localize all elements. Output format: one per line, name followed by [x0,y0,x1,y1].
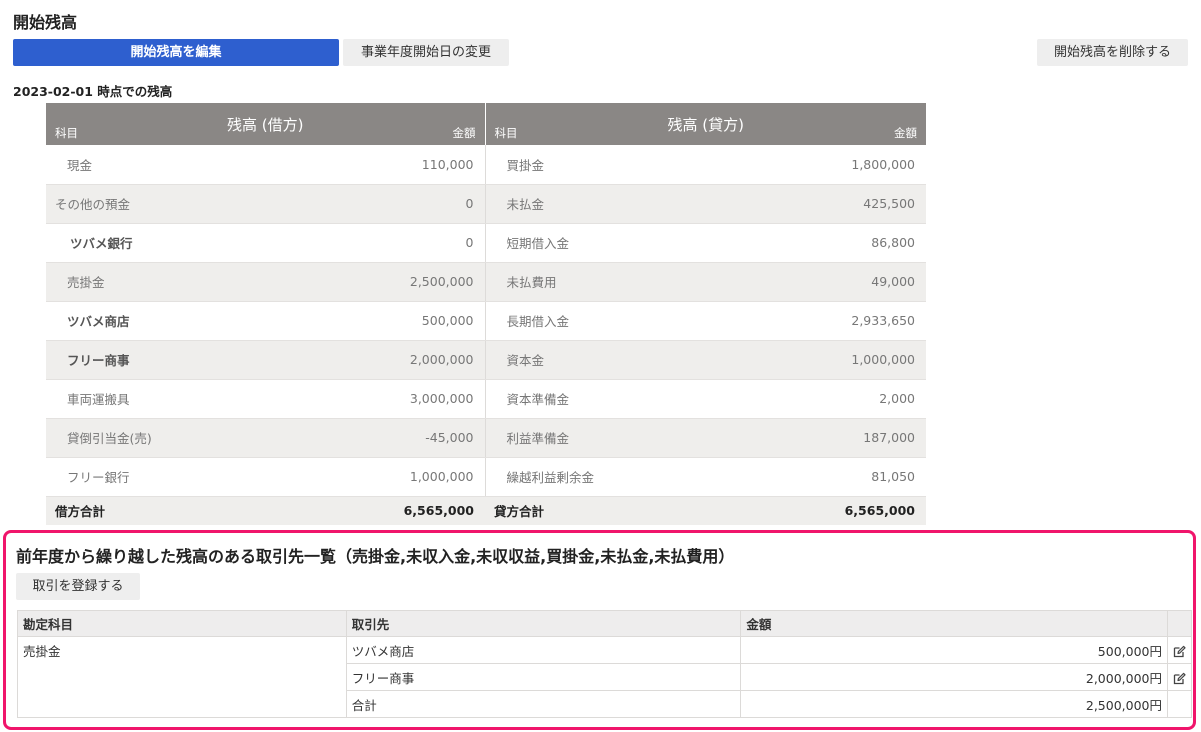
edit-icon[interactable] [1173,645,1186,658]
page-title: 開始残高 [13,13,78,32]
edit-cell [1167,636,1192,664]
debit-amount: 0 [258,184,485,224]
credit-account: 未払費用 [484,262,690,302]
debit-account: フリー商事 [46,340,258,380]
credit-account: 資本金 [484,340,690,380]
edit-icon[interactable] [1173,672,1186,685]
change-fiscal-start-date-button[interactable]: 事業年度開始日の変更 [343,39,509,66]
credit-amount: 49,000 [690,262,926,302]
table-row: ツバメ銀行 0 短期借入金 86,800 [46,223,926,263]
total-label: 合計 [345,690,742,718]
debit-total: 6,565,000 [258,496,485,525]
debit-account: その他の預金 [46,184,258,224]
debit-account: フリー銀行 [46,457,258,497]
debit-amount: 110,000 [258,145,485,185]
credit-account: 買掛金 [484,145,690,185]
opening-balance-table: 残高 (借方) 科目 金額 残高 (貸方) 科目 金額 現金 110,000 買… [46,103,926,525]
total-amount: 2,500,000円 [740,690,1168,718]
credit-account: 資本準備金 [484,379,690,419]
carried-over-partners-section: 前年度から繰り越した残高のある取引先一覧（売掛金,未収入金,未収収益,買掛金,未… [3,530,1196,730]
debit-amount: -45,000 [258,418,485,458]
debit-account: ツバメ銀行 [46,223,258,263]
debit-account: 車両運搬具 [46,379,258,419]
credit-account: 長期借入金 [484,301,690,341]
partner-cell: ツバメ商店 [345,636,742,664]
section-title: 前年度から繰り越した残高のある取引先一覧（売掛金,未収入金,未収収益,買掛金,未… [16,547,735,566]
total-row: 借方合計 6,565,000 貸方合計 6,565,000 [46,496,926,525]
partner-table: 勘定科目 取引先 金額 売掛金 ツバメ商店 500,000円 フリー商事 2,0… [17,610,1192,718]
table-row: フリー銀行 1,000,000 繰越利益剰余金 81,050 [46,457,926,497]
table-row: ツバメ商店 500,000 長期借入金 2,933,650 [46,301,926,341]
table-row: 売掛金 ツバメ商店 500,000円 [17,636,1192,718]
credit-account: 繰越利益剰余金 [484,457,690,497]
account-cell: 売掛金 [17,636,347,718]
debit-account: 売掛金 [46,262,258,302]
debit-account: 貸倒引当金(売) [46,418,258,458]
credit-amount: 86,800 [690,223,926,263]
credit-amount: 81,050 [690,457,926,497]
credit-account: 短期借入金 [484,223,690,263]
register-transaction-button[interactable]: 取引を登録する [16,573,140,600]
debit-account-label: 科目 [55,126,78,140]
credit-amount: 1,800,000 [690,145,926,185]
as-of-date-label: 2023-02-01 時点での残高 [13,84,173,99]
debit-account: ツバメ商店 [46,301,258,341]
debit-amount: 1,000,000 [258,457,485,497]
credit-header-title: 残高 (貸方) [667,116,744,134]
amount-cell: 500,000円 [740,636,1168,664]
credit-amount: 2,000 [690,379,926,419]
debit-total-label: 借方合計 [46,496,258,525]
credit-total-label: 貸方合計 [485,496,690,525]
amount-cell: 2,000,000円 [740,663,1168,691]
debit-header-title: 残高 (借方) [227,116,304,134]
table-row: その他の預金 0 未払金 425,500 [46,184,926,224]
partner-cell: フリー商事 [345,663,742,691]
partner-column-header: 取引先 [345,610,742,637]
debit-account: 現金 [46,145,258,185]
debit-amount: 2,000,000 [258,340,485,380]
table-row: 売掛金 2,500,000 未払費用 49,000 [46,262,926,302]
credit-header: 残高 (貸方) 科目 金額 [484,103,926,145]
credit-amount: 425,500 [690,184,926,224]
amount-column-header: 金額 [740,610,1168,637]
action-column-header [1167,610,1192,637]
credit-account: 未払金 [484,184,690,224]
credit-amount: 2,933,650 [690,301,926,341]
edit-cell [1167,663,1192,691]
debit-amount-label: 金額 [452,126,476,140]
debit-amount: 0 [258,223,485,263]
table-row: 現金 110,000 買掛金 1,800,000 [46,145,926,185]
credit-amount: 187,000 [690,418,926,458]
debit-amount: 500,000 [258,301,485,341]
credit-account-label: 科目 [494,126,518,140]
delete-opening-balance-button[interactable]: 開始残高を削除する [1037,39,1188,66]
table-row: 貸倒引当金(売) -45,000 利益準備金 187,000 [46,418,926,458]
credit-total: 6,565,000 [690,496,926,525]
credit-amount: 1,000,000 [690,340,926,380]
debit-amount: 3,000,000 [258,379,485,419]
table-row: 車両運搬具 3,000,000 資本準備金 2,000 [46,379,926,419]
table-row: フリー商事 2,000,000 資本金 1,000,000 [46,340,926,380]
empty-cell [1167,690,1192,718]
debit-amount: 2,500,000 [258,262,485,302]
account-column-header: 勘定科目 [17,610,347,637]
edit-opening-balance-button[interactable]: 開始残高を編集 [13,39,339,66]
debit-header: 残高 (借方) 科目 金額 [46,103,485,145]
credit-account: 利益準備金 [484,418,690,458]
credit-amount-label: 金額 [894,126,917,140]
